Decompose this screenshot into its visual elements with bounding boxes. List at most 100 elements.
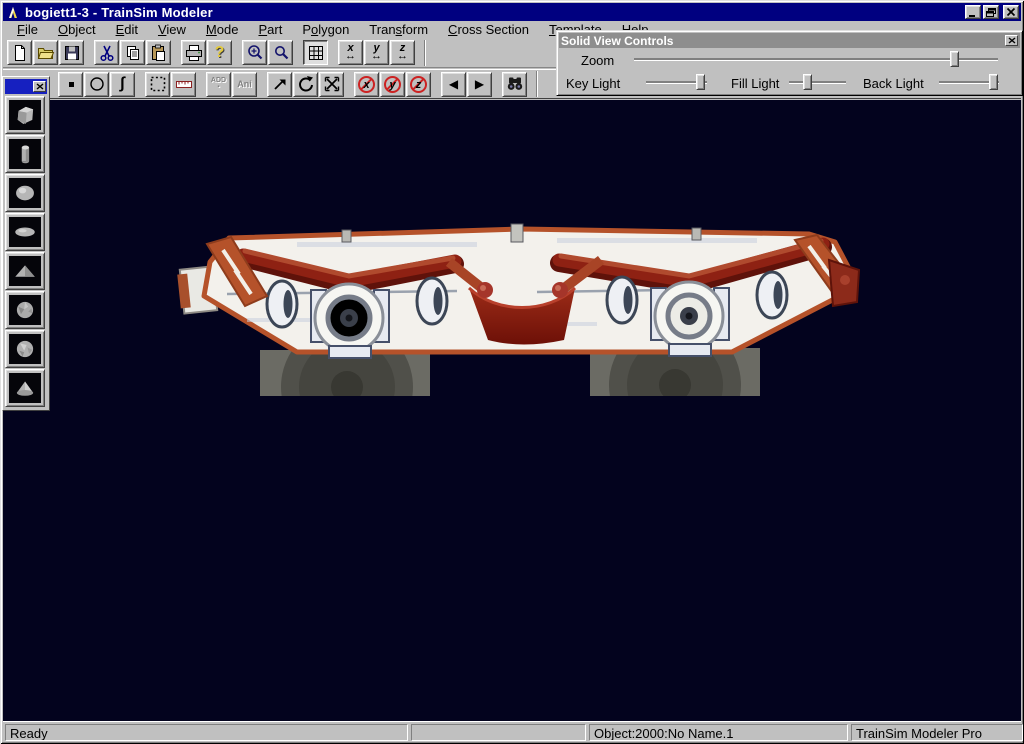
- shape-cone-icon: [9, 373, 41, 403]
- status-empty-panel: [411, 724, 586, 741]
- primitive-disc-button[interactable]: [5, 213, 45, 251]
- toolbar-group: [303, 40, 329, 65]
- copy-button[interactable]: [120, 40, 145, 65]
- solid-view-controls-panel: Solid View Controls Zoom Key Light Fill …: [556, 30, 1023, 96]
- spline-icon: ∫: [113, 74, 133, 94]
- application-window: bogiett1-3 - TrainSim Modeler FileObject…: [0, 0, 1024, 744]
- primitive-sphere-button[interactable]: [5, 174, 45, 212]
- ani-icon: Ani: [235, 74, 255, 94]
- toolbar-group: [145, 72, 197, 97]
- help-button[interactable]: ?: [207, 40, 232, 65]
- key-light-slider[interactable]: [646, 73, 707, 91]
- shape-palette-titlebar[interactable]: [5, 79, 47, 94]
- new-button[interactable]: [7, 40, 32, 65]
- axis-z-button[interactable]: z↔: [390, 40, 415, 65]
- menu-file[interactable]: File: [7, 21, 48, 39]
- primitive-wedge-button[interactable]: [5, 252, 45, 290]
- circle-icon: [87, 74, 107, 94]
- ruler-button[interactable]: [171, 72, 196, 97]
- cut-button[interactable]: [94, 40, 119, 65]
- menu-mode[interactable]: Mode: [196, 21, 249, 39]
- back-light-thumb[interactable]: [989, 74, 998, 90]
- menu-transform[interactable]: Transform: [359, 21, 438, 39]
- open-button[interactable]: [33, 40, 58, 65]
- lock-x-button[interactable]: x: [354, 72, 379, 97]
- toolbar-group: [242, 40, 294, 65]
- toolbar-group: [267, 72, 345, 97]
- scale-button[interactable]: [319, 72, 344, 97]
- circle-button[interactable]: [84, 72, 109, 97]
- primitive-geosphere-2-button[interactable]: [5, 330, 45, 368]
- key-light-thumb[interactable]: [696, 74, 705, 90]
- axis-y-button[interactable]: y↔: [364, 40, 389, 65]
- axis-x-button[interactable]: x↔: [338, 40, 363, 65]
- fill-light-track[interactable]: [789, 81, 846, 83]
- bogie-model-render: [177, 222, 867, 402]
- lock-z-button[interactable]: z: [406, 72, 431, 97]
- status-object-info: Object:2000:No Name.1: [589, 724, 848, 741]
- menu-part[interactable]: Part: [248, 21, 292, 39]
- axis-icon: z↔: [393, 43, 413, 63]
- fill-light-slider[interactable]: [789, 73, 846, 91]
- shape-wedge-icon: [9, 256, 41, 286]
- primitive-box-button[interactable]: [5, 96, 45, 134]
- restore-button[interactable]: [983, 5, 999, 19]
- close-button[interactable]: [1003, 5, 1019, 19]
- toolbar-group: [94, 40, 172, 65]
- shape-palette: [2, 76, 50, 411]
- print-button[interactable]: [181, 40, 206, 65]
- grid-button[interactable]: [303, 40, 328, 65]
- palette-close-button[interactable]: [33, 81, 46, 92]
- menu-view[interactable]: View: [148, 21, 196, 39]
- zoom-slider[interactable]: [634, 50, 998, 68]
- toolbar-group: ◀▶: [441, 72, 493, 97]
- primitive-cone-button[interactable]: [5, 369, 45, 407]
- minimize-button[interactable]: [965, 5, 981, 19]
- zoom-slider-thumb[interactable]: [950, 51, 959, 67]
- spline-button[interactable]: ∫: [110, 72, 135, 97]
- rotate-button[interactable]: [293, 72, 318, 97]
- primitive-geosphere-button[interactable]: [5, 291, 45, 329]
- panel-close-button[interactable]: [1005, 35, 1018, 46]
- menu-cross-section[interactable]: Cross Section: [438, 21, 539, 39]
- help-icon: ?: [210, 43, 230, 63]
- point-button[interactable]: [58, 72, 83, 97]
- app-icon: [5, 5, 21, 19]
- toolbar-group: [502, 72, 528, 97]
- rotate-icon: [296, 74, 316, 94]
- menu-object[interactable]: Object: [48, 21, 106, 39]
- zoom-slider-track[interactable]: [634, 58, 998, 60]
- find-button[interactable]: [502, 72, 527, 97]
- shape-geosphere2-icon: [9, 334, 41, 364]
- ruler-icon: [174, 74, 194, 94]
- scale-icon: [322, 74, 342, 94]
- save-icon: [62, 43, 82, 63]
- zoom-out-button[interactable]: [268, 40, 293, 65]
- solid-view-controls-titlebar[interactable]: Solid View Controls: [559, 33, 1020, 48]
- key-light-label: Key Light: [566, 76, 620, 91]
- paste-button[interactable]: [146, 40, 171, 65]
- prev-button[interactable]: ◀: [441, 72, 466, 97]
- back-light-slider[interactable]: [939, 73, 999, 91]
- status-message: Ready: [5, 724, 408, 741]
- status-bar: Ready Object:2000:No Name.1 TrainSim Mod…: [3, 721, 1021, 741]
- lock-y-button[interactable]: y: [380, 72, 405, 97]
- next-button[interactable]: ▶: [467, 72, 492, 97]
- prev-icon: ◀: [444, 74, 464, 94]
- axis-icon: x↔: [341, 43, 361, 63]
- toolbar-group: [7, 40, 85, 65]
- shape-sphere-icon: [9, 178, 41, 208]
- primitive-cylinder-button[interactable]: [5, 135, 45, 173]
- zoom-in-button[interactable]: [242, 40, 267, 65]
- fill-light-thumb[interactable]: [803, 74, 812, 90]
- zoom-in-icon: [245, 43, 265, 63]
- add-icon: ADD▪: [209, 74, 229, 94]
- grid-icon: [306, 43, 326, 63]
- next-icon: ▶: [470, 74, 490, 94]
- save-button[interactable]: [59, 40, 84, 65]
- menu-edit[interactable]: Edit: [106, 21, 148, 39]
- viewport-3d[interactable]: [3, 100, 1021, 721]
- menu-polygon[interactable]: Polygon: [292, 21, 359, 39]
- move-button[interactable]: [267, 72, 292, 97]
- select-rect-button[interactable]: [145, 72, 170, 97]
